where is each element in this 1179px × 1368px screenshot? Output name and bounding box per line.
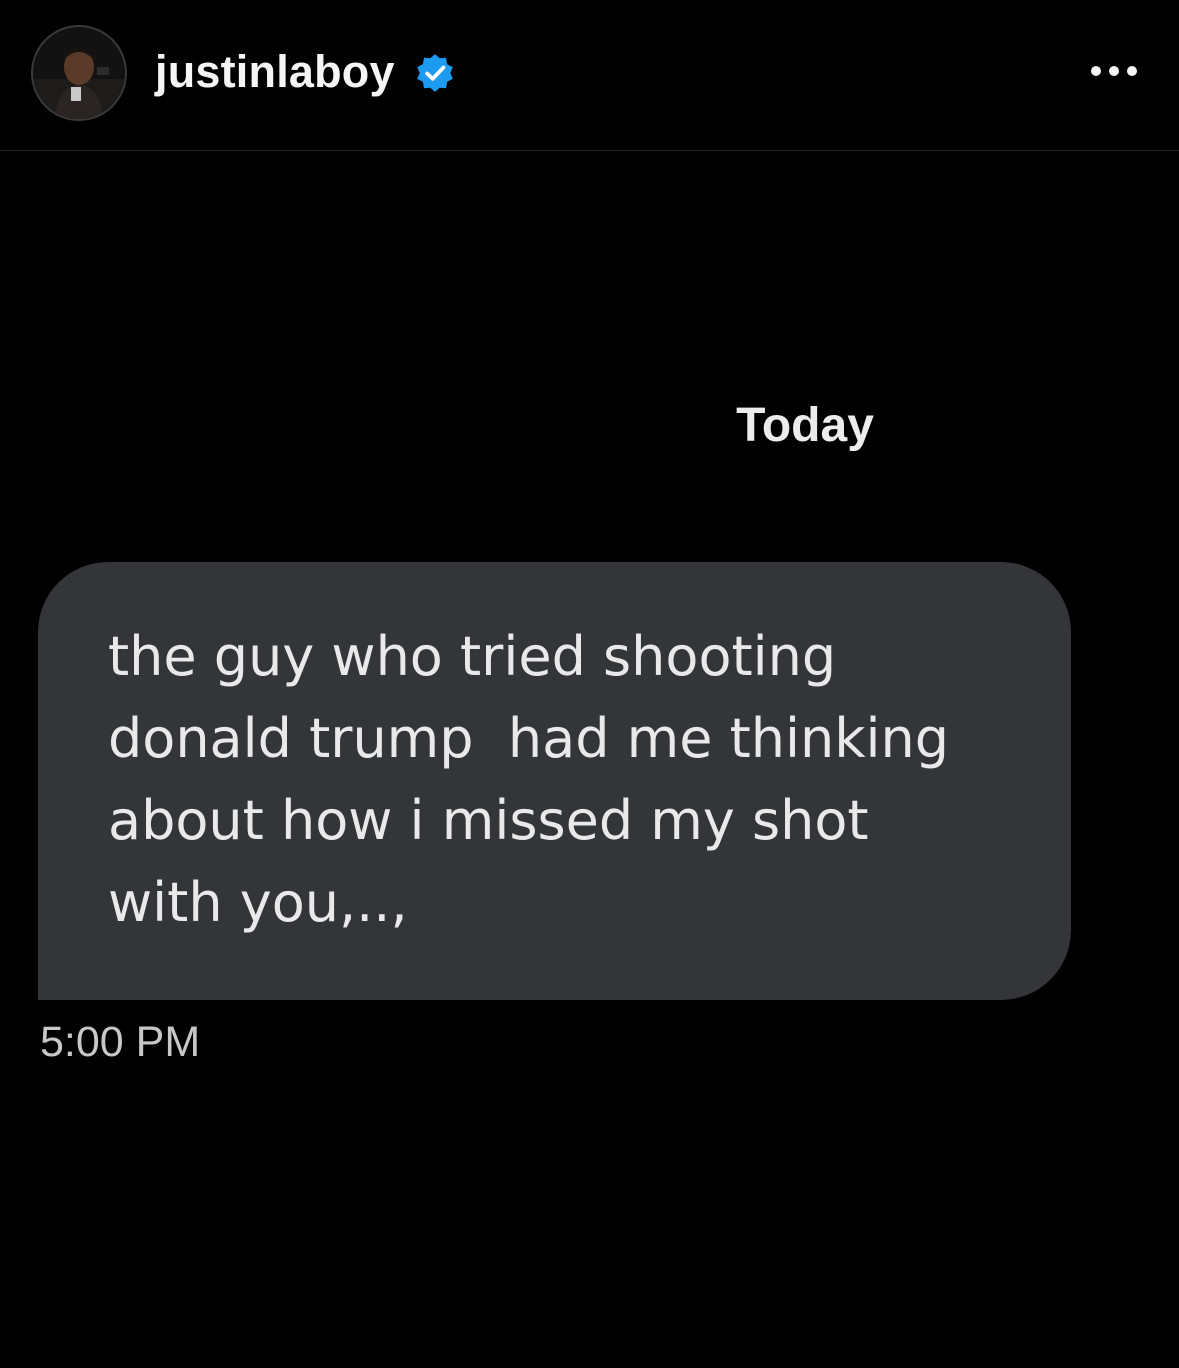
message-text: the guy who tried shooting donald trump … (108, 625, 950, 934)
date-separator: Today (736, 399, 874, 452)
avatar-image (33, 27, 125, 119)
avatar[interactable] (31, 25, 127, 121)
message-bubble[interactable]: the guy who tried shooting donald trump … (38, 562, 1071, 1000)
more-options-icon[interactable] (1086, 58, 1142, 84)
username[interactable]: justinlaboy (155, 46, 395, 98)
verified-badge-icon (417, 54, 453, 92)
message-timestamp: 5:00 PM (40, 1018, 201, 1066)
post-header: justinlaboy (0, 0, 1179, 151)
